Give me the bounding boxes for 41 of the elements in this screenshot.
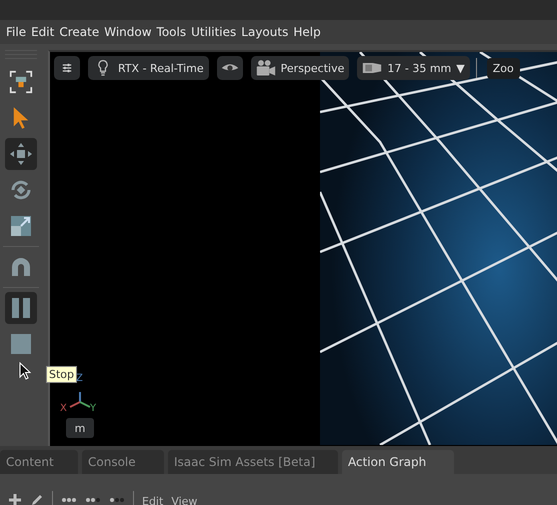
menu-item[interactable]: View — [171, 496, 198, 505]
menu-item[interactable]: Utilities — [191, 25, 236, 39]
axis-label: Z — [76, 374, 83, 384]
zoom-label[interactable]: Zoo — [486, 58, 520, 78]
pause-icon — [9, 296, 33, 320]
add-icon — [8, 493, 22, 505]
menu-item[interactable]: Edit — [31, 25, 54, 39]
tooltip: Stop — [46, 366, 78, 383]
dots-icon — [109, 497, 125, 503]
camera-dropdown[interactable]: Perspective — [250, 56, 350, 80]
tab[interactable]: Action Graph — [342, 450, 454, 474]
rotate-icon — [9, 178, 33, 202]
menu-item[interactable]: Create — [59, 25, 100, 39]
tool-button[interactable] — [5, 292, 37, 324]
menu-item[interactable]: File — [6, 25, 26, 39]
scale-icon — [9, 214, 33, 238]
tab[interactable]: Console — [82, 450, 164, 474]
visibility-button[interactable] — [216, 56, 243, 80]
move-icon — [9, 142, 33, 166]
menu-item[interactable]: Layouts — [241, 25, 288, 39]
axis-label: X — [60, 404, 67, 414]
settings-button[interactable] — [54, 56, 80, 80]
magnet-icon — [9, 255, 33, 279]
axis-label: Y — [90, 404, 96, 414]
menu-item[interactable]: Edit — [142, 496, 164, 505]
units-button[interactable]: m — [66, 418, 94, 438]
stop-icon — [9, 332, 33, 356]
menu-item[interactable]: Window — [104, 25, 152, 39]
menu-item[interactable]: Tools — [156, 25, 186, 39]
dots-icon — [85, 497, 101, 503]
video-camera-icon — [256, 59, 276, 77]
cursor-icon — [19, 362, 31, 380]
tab[interactable]: Isaac Sim Assets [Beta] — [168, 450, 338, 474]
select-mode-icon — [9, 70, 33, 94]
pencil-icon — [30, 493, 44, 505]
lens-dropdown[interactable]: 17 - 35 mm ▼ — [357, 56, 470, 80]
tab[interactable]: Content — [0, 450, 78, 474]
tool-button[interactable] — [5, 138, 37, 170]
dots-icon — [61, 497, 77, 503]
menu-item[interactable]: Help — [293, 25, 321, 39]
renderer-dropdown[interactable]: RTX - Real-Time — [88, 56, 209, 80]
